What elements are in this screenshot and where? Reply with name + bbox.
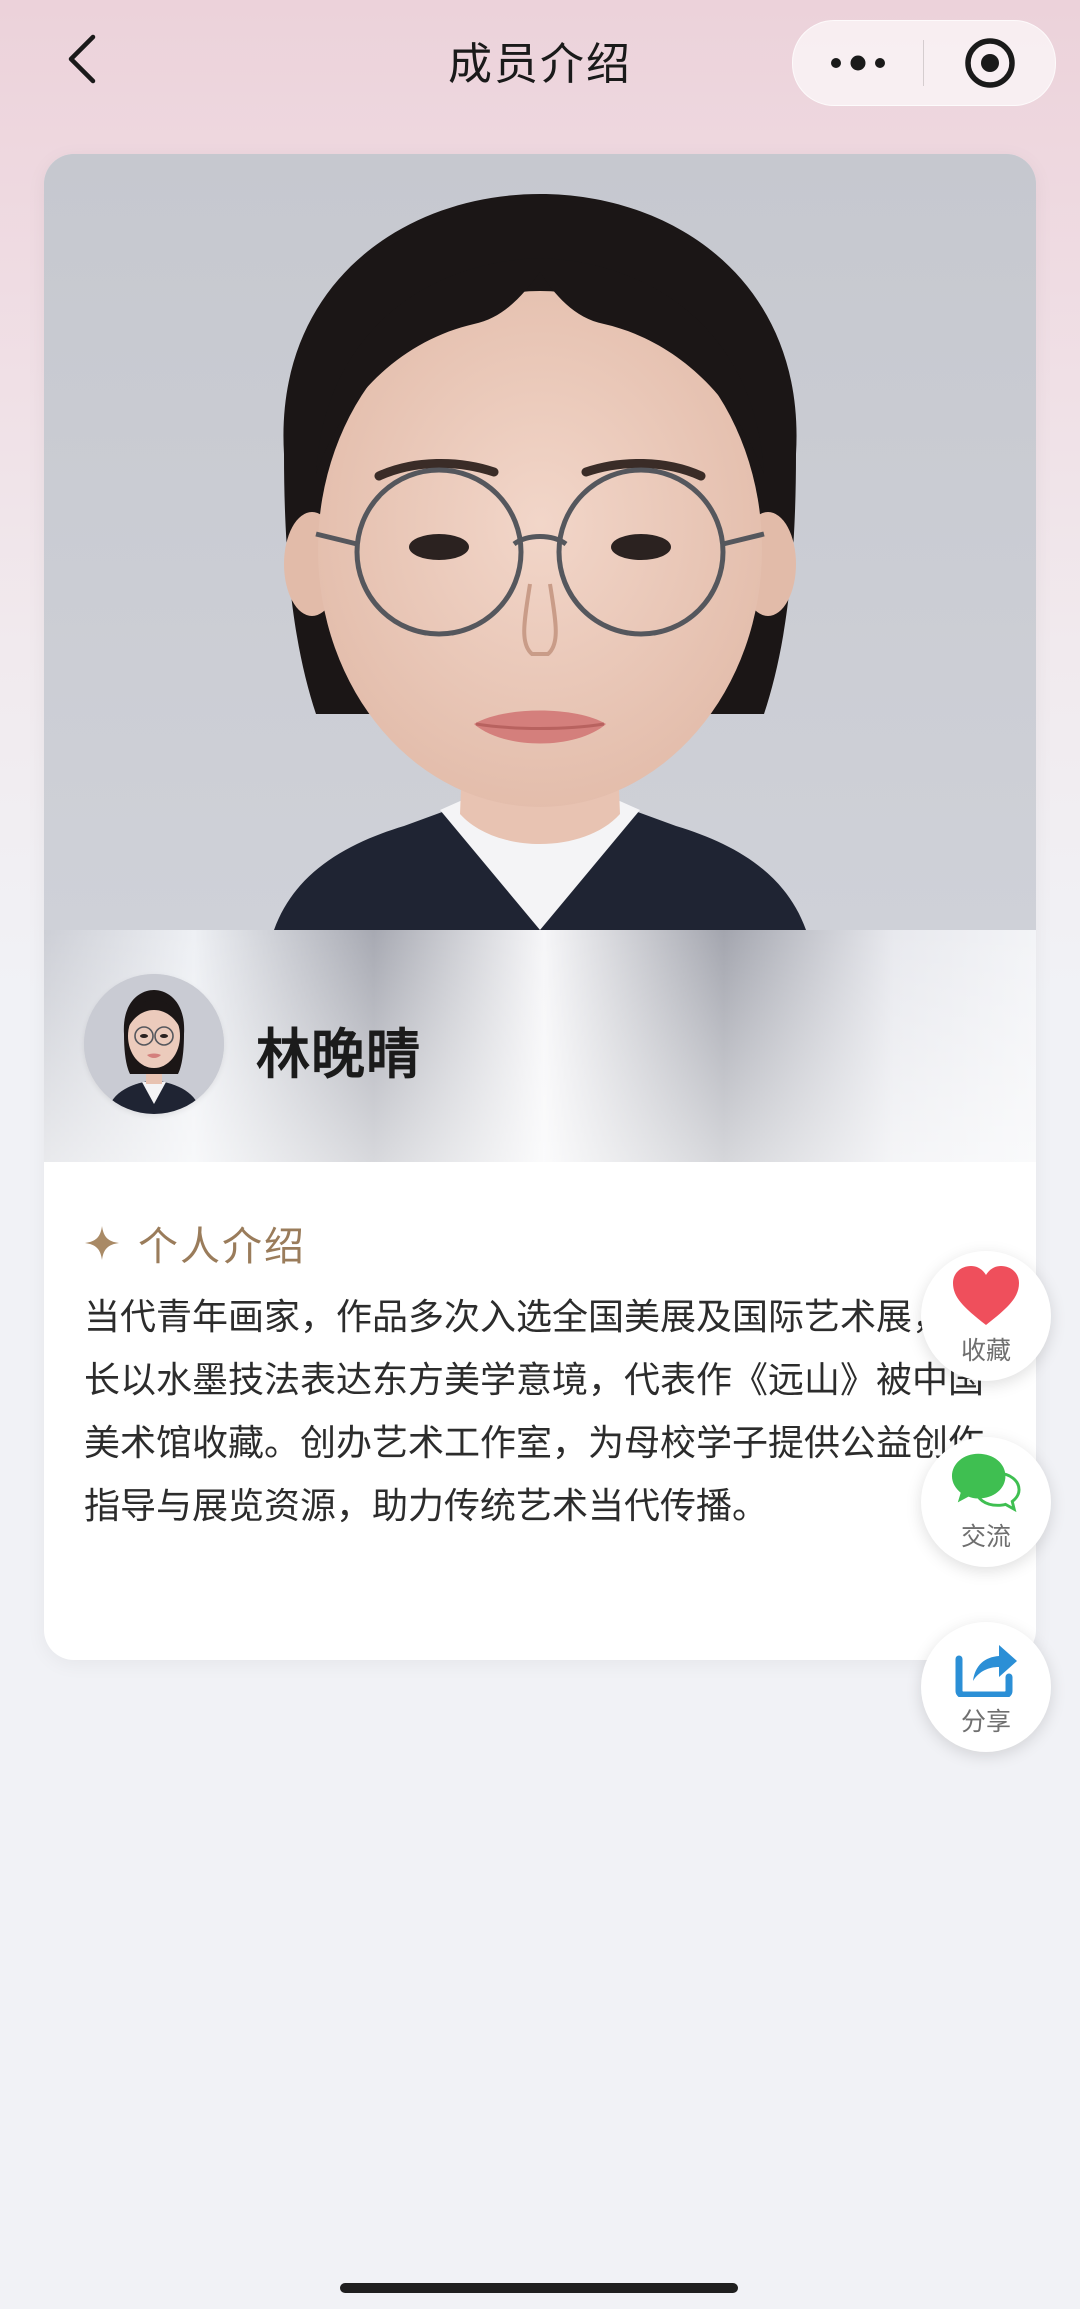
chat-button[interactable]: 交流 (921, 1437, 1051, 1567)
target-circle-icon (964, 38, 1015, 88)
intro-section-header: 个人介绍 (84, 1214, 306, 1272)
member-card: 林晚晴 个人介绍 当代青年画家，作品多次入选全国美展及国际艺术展，擅长以水墨技法… (44, 154, 1036, 1660)
share-icon (955, 1645, 1017, 1697)
sparkle-star-icon (85, 1226, 119, 1260)
intro-title: 个人介绍 (138, 1224, 306, 1270)
home-indicator (340, 2283, 738, 2293)
heart-icon (953, 1266, 1019, 1325)
avatar[interactable] (84, 974, 224, 1114)
favorite-button[interactable]: 收藏 (921, 1251, 1051, 1381)
member-name: 林晚晴 (256, 1023, 421, 1086)
chat-bubbles-icon (951, 1453, 1021, 1513)
more-button[interactable] (793, 21, 923, 105)
share-button[interactable]: 分享 (921, 1622, 1051, 1752)
chat-label: 交流 (960, 1522, 1011, 1551)
nav-bar: 成员介绍 (0, 0, 1080, 130)
close-button[interactable] (924, 21, 1055, 105)
intro-text: 当代青年画家，作品多次入选全国美展及国际艺术展，擅长以水墨技法表达东方美学意境，… (84, 1297, 985, 1527)
favorite-label: 收藏 (960, 1336, 1011, 1365)
share-label: 分享 (960, 1707, 1011, 1736)
portrait-photo (44, 154, 1036, 930)
more-dots-icon (831, 55, 885, 71)
mini-program-capsule (792, 20, 1056, 106)
